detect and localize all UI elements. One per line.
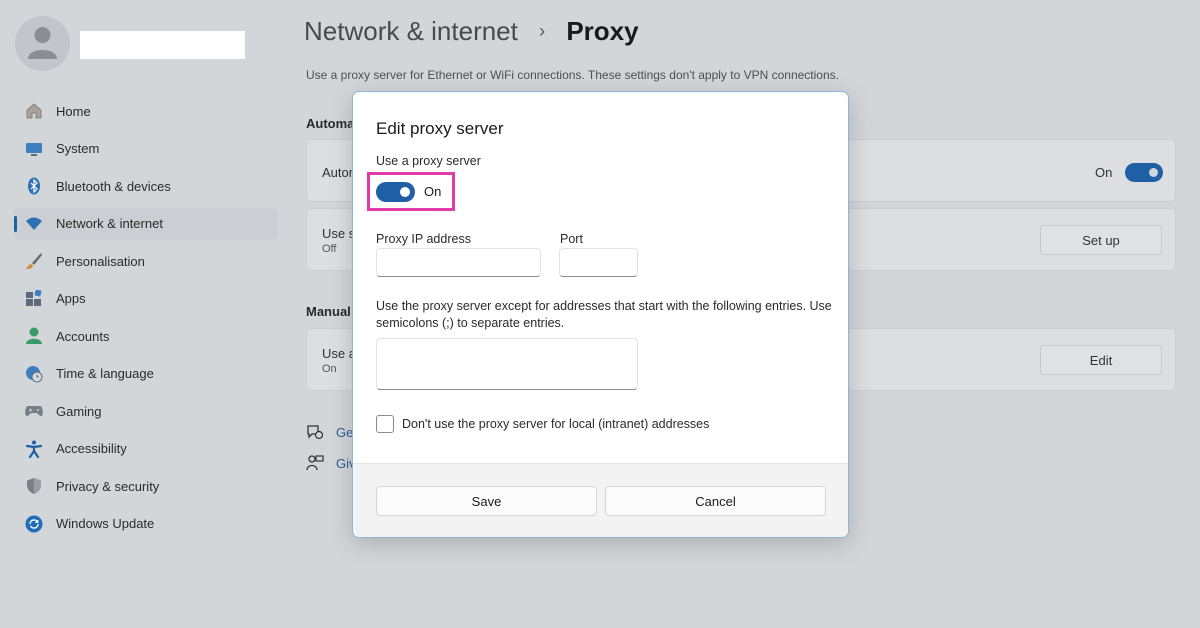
feedback-icon xyxy=(306,455,324,471)
username-field xyxy=(80,31,245,59)
sidebar-item-label: Network & internet xyxy=(56,216,163,231)
get-help-link[interactable]: Ge xyxy=(306,424,353,440)
sidebar-item-label: Privacy & security xyxy=(56,478,160,494)
sidebar-item-label: Home xyxy=(56,103,91,119)
sidebar-item-label: Personalisation xyxy=(56,253,145,269)
person-icon xyxy=(24,326,44,346)
give-feedback-link[interactable]: Giv xyxy=(306,455,356,471)
save-button[interactable]: Save xyxy=(376,486,597,516)
sidebar-item-label: Accessibility xyxy=(56,441,127,456)
page-description: Use a proxy server for Ethernet or WiFi … xyxy=(306,68,839,82)
dialog-title: Edit proxy server xyxy=(376,119,504,138)
edit-button[interactable]: Edit xyxy=(1040,345,1162,375)
sidebar-item-label: Apps xyxy=(56,291,86,306)
sidebar-item-personalisation[interactable]: Personalisation xyxy=(14,245,278,277)
setup-script-title: Use s xyxy=(322,226,356,241)
shield-icon xyxy=(24,476,44,496)
edit-proxy-dialog: Edit proxy server Use a proxy server On … xyxy=(352,91,849,538)
wifi-icon xyxy=(24,214,44,234)
sidebar-item-label: Windows Update xyxy=(56,516,155,531)
sidebar-item-accounts[interactable]: Accounts xyxy=(14,320,278,352)
sidebar-item-network[interactable]: Network & internet xyxy=(14,207,278,240)
bluetooth-icon xyxy=(24,176,44,196)
sidebar-item-windows-update[interactable]: Windows Update xyxy=(14,508,278,540)
sidebar-item-label: Bluetooth & devices xyxy=(56,178,171,194)
sidebar-item-bluetooth[interactable]: Bluetooth & devices xyxy=(14,170,278,202)
breadcrumb-parent[interactable]: Network & internet xyxy=(304,16,518,46)
sidebar-item-time-language[interactable]: Time & language xyxy=(14,358,278,390)
local-addresses-label[interactable]: Don't use the proxy server for local (in… xyxy=(402,417,709,431)
setup-script-status: Off xyxy=(322,243,337,255)
sidebar-item-label: Accounts xyxy=(56,328,110,344)
use-proxy-state: On xyxy=(424,184,442,199)
manual-proxy-status: On xyxy=(322,363,337,375)
update-icon xyxy=(24,514,44,534)
sidebar-nav: Home System Bluetooth & devices Network … xyxy=(0,95,280,545)
automatic-section-label: Automa xyxy=(306,116,355,131)
globe-clock-icon xyxy=(24,364,44,384)
breadcrumb-separator: › xyxy=(539,21,546,41)
proxy-ip-label: Proxy IP address xyxy=(376,232,471,246)
sidebar-item-label: System xyxy=(56,141,100,156)
sidebar-item-privacy[interactable]: Privacy & security xyxy=(14,470,278,502)
breadcrumb: Network & internet › Proxy xyxy=(304,16,639,47)
exceptions-textarea[interactable] xyxy=(376,338,638,390)
auto-detect-toggle[interactable] xyxy=(1125,163,1163,182)
auto-detect-state: On xyxy=(1095,165,1113,180)
brush-icon xyxy=(24,251,44,271)
page-title: Proxy xyxy=(566,16,639,46)
get-help-label: Ge xyxy=(336,424,354,440)
use-proxy-toggle[interactable] xyxy=(376,182,415,202)
cancel-button[interactable]: Cancel xyxy=(605,486,826,516)
home-icon xyxy=(24,101,44,121)
port-input[interactable] xyxy=(559,248,638,277)
sidebar-item-gaming[interactable]: Gaming xyxy=(14,395,278,427)
manual-proxy-title: Use a xyxy=(322,346,356,361)
local-addresses-checkbox[interactable] xyxy=(376,415,394,433)
user-avatar[interactable] xyxy=(15,16,70,71)
sidebar-item-apps[interactable]: Apps xyxy=(14,283,278,315)
sidebar-item-accessibility[interactable]: Accessibility xyxy=(14,433,278,465)
manual-section-label: Manual xyxy=(306,304,351,319)
sidebar-item-label: Time & language xyxy=(56,366,154,381)
sidebar-item-home[interactable]: Home xyxy=(14,95,278,127)
dialog-footer: Save Cancel xyxy=(353,463,848,537)
accessibility-icon xyxy=(24,439,44,459)
person-icon xyxy=(28,27,57,59)
sidebar-item-label: Gaming xyxy=(56,403,102,419)
sidebar-item-system[interactable]: System xyxy=(14,133,278,165)
use-proxy-label: Use a proxy server xyxy=(376,154,481,168)
gamepad-icon xyxy=(24,401,44,421)
setup-button[interactable]: Set up xyxy=(1040,225,1162,255)
proxy-ip-input[interactable] xyxy=(376,248,541,277)
help-chat-icon xyxy=(307,425,324,440)
exceptions-description: Use the proxy server except for addresse… xyxy=(376,299,832,330)
port-label: Port xyxy=(560,232,583,246)
apps-icon xyxy=(24,289,44,309)
toggle-knob xyxy=(400,187,410,197)
monitor-icon xyxy=(24,139,44,159)
